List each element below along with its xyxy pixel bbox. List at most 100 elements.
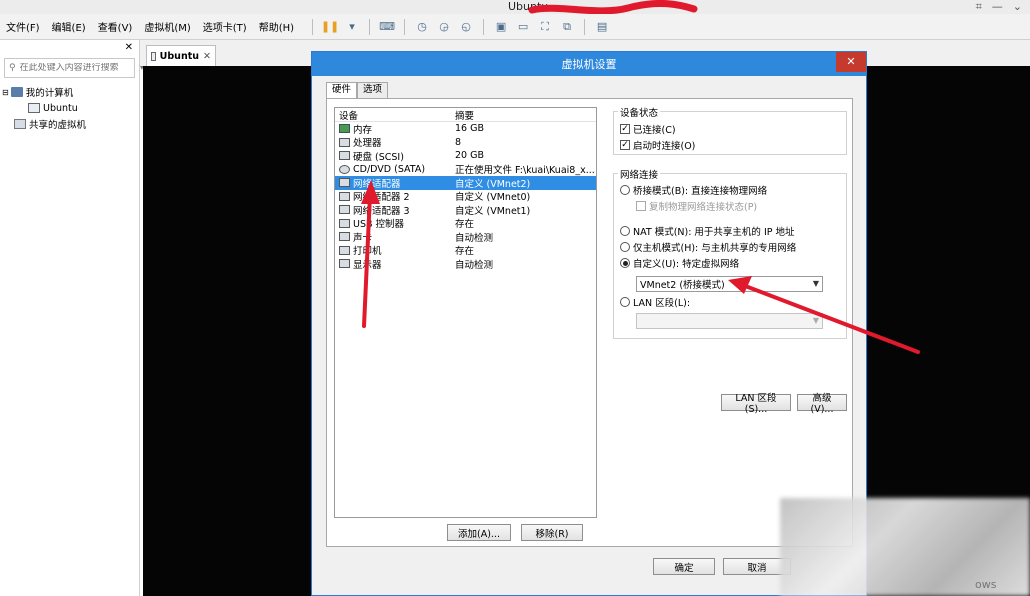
- processor-icon: [339, 137, 350, 147]
- tab-ubuntu[interactable]: Ubuntu ✕: [146, 45, 216, 66]
- collapse-icon[interactable]: ⊟: [2, 88, 9, 97]
- vm-icon: [28, 103, 40, 113]
- custom-radio[interactable]: 自定义(U): 特定虚拟网络: [620, 255, 739, 271]
- device-list[interactable]: 设备 摘要 内存 16 GB 处理器 8 硬盘 (SCSI) 20 GB CD/…: [334, 107, 597, 518]
- tree-item-ubuntu[interactable]: Ubuntu: [0, 100, 139, 116]
- sound-card-icon: [339, 232, 350, 242]
- library-search[interactable]: ⚲ ▾: [4, 58, 144, 78]
- toolbar: ❚❚ ▾ ⌨ ◷ ◶ ◵ ▣ ▭ ⛶ ⧉ ▤: [308, 18, 611, 35]
- advanced-button[interactable]: 高级(V)...: [797, 393, 847, 415]
- close-icon[interactable]: ✕: [203, 51, 211, 62]
- library-tree: ⊟ 我的计算机 Ubuntu 共享的虚拟机: [0, 84, 139, 132]
- display-icon: [339, 259, 350, 269]
- revert-snapshot-icon[interactable]: ◶: [435, 19, 453, 35]
- radio-unselected-icon: [620, 185, 630, 195]
- close-icon[interactable]: ✕: [125, 42, 133, 56]
- usb-icon: [339, 218, 350, 228]
- fullscreen-icon[interactable]: ⛶: [536, 19, 554, 35]
- thumbnail-view-icon[interactable]: ▭: [514, 19, 532, 35]
- dialog-title: 虚拟机设置: [561, 58, 617, 71]
- column-device[interactable]: 设备: [339, 108, 455, 122]
- window-controls: ⌗ — ⌄: [976, 0, 1022, 14]
- unity-icon[interactable]: ⧉: [558, 19, 576, 35]
- remove-device-button[interactable]: 移除(R): [521, 524, 583, 541]
- replicate-physical-state-checkbox[interactable]: 复制物理网络连接状态(P): [636, 198, 757, 214]
- add-device-button[interactable]: 添加(A)...: [447, 524, 511, 541]
- device-row-processor[interactable]: 处理器 8: [335, 136, 596, 149]
- dialog-title-bar: 虚拟机设置 ✕: [312, 52, 866, 76]
- tile-icon[interactable]: ⌗: [976, 0, 982, 14]
- device-row-network-adapter[interactable]: 网络适配器 自定义 (VMnet2): [335, 176, 596, 190]
- device-row-usb-controller[interactable]: USB 控制器 存在: [335, 217, 596, 230]
- console-view-icon[interactable]: ▤: [593, 19, 611, 35]
- lan-segments-button[interactable]: LAN 区段(S)...: [721, 393, 791, 415]
- radio-unselected-icon: [620, 226, 630, 236]
- chevron-down-icon: ▼: [812, 279, 819, 288]
- menu-help[interactable]: 帮助(H): [253, 19, 300, 34]
- device-status-group: 设备状态 ✓ 已连接(C) ✓ 启动时连接(O): [613, 105, 847, 155]
- close-icon[interactable]: ✕: [836, 52, 866, 72]
- tab-options[interactable]: 选项: [357, 82, 389, 98]
- pause-icon[interactable]: ❚❚: [321, 19, 339, 35]
- connect-at-power-on-checkbox[interactable]: ✓ 启动时连接(O): [620, 137, 695, 153]
- radio-unselected-icon: [620, 242, 630, 252]
- device-row-memory[interactable]: 内存 16 GB: [335, 122, 596, 136]
- menu-edit[interactable]: 编辑(E): [46, 19, 92, 34]
- device-row-printer[interactable]: 打印机 存在: [335, 244, 596, 257]
- memory-icon: [339, 124, 350, 134]
- device-row-cd-dvd[interactable]: CD/DVD (SATA) 正在使用文件 F:\kuai\Kuai8_x...: [335, 163, 596, 176]
- chevron-down-icon[interactable]: ⌄: [1013, 0, 1022, 14]
- device-row-display[interactable]: 显示器 自动检测: [335, 257, 596, 271]
- app-title-bar: Ubuntu ⌗ — ⌄: [0, 0, 1030, 14]
- network-adapter-icon: [339, 178, 350, 188]
- lan-segment-select[interactable]: ▼: [636, 313, 823, 329]
- tab-hardware[interactable]: 硬件: [326, 82, 358, 99]
- snapshot-icon[interactable]: ◷: [413, 19, 431, 35]
- search-input[interactable]: [19, 63, 140, 73]
- dropdown-icon[interactable]: ▾: [343, 19, 361, 35]
- network-connection-legend: 网络连接: [618, 167, 661, 181]
- menu-bar: 文件(F) 编辑(E) 查看(V) 虚拟机(M) 选项卡(T) 帮助(H) ❚❚…: [0, 14, 1030, 40]
- network-adapter-icon: [339, 191, 350, 201]
- network-adapter-icon: [339, 205, 350, 215]
- column-summary[interactable]: 摘要: [455, 108, 474, 122]
- menu-vm[interactable]: 虚拟机(M): [138, 19, 196, 34]
- minimize-icon[interactable]: —: [992, 0, 1003, 14]
- custom-network-select[interactable]: VMnet2 (桥接模式) ▼: [636, 276, 823, 292]
- menu-file[interactable]: 文件(F): [0, 19, 46, 34]
- cd-icon: [339, 164, 350, 174]
- radio-selected-icon: [620, 258, 630, 268]
- device-list-header: 设备 摘要: [335, 108, 596, 122]
- device-row-network-adapter-2[interactable]: 网络适配器 2 自定义 (VMnet0): [335, 190, 596, 203]
- menu-tabs[interactable]: 选项卡(T): [197, 19, 253, 34]
- device-list-buttons: 添加(A)... 移除(R): [447, 524, 583, 541]
- bridged-radio[interactable]: 桥接模式(B): 直接连接物理网络: [620, 182, 767, 198]
- snapshot-manager-icon[interactable]: ◵: [457, 19, 475, 35]
- menu-view[interactable]: 查看(V): [92, 19, 139, 34]
- tree-item-my-computer[interactable]: ⊟ 我的计算机: [0, 84, 139, 100]
- library-view-icon[interactable]: ▣: [492, 19, 510, 35]
- watermark-text: ows: [975, 578, 997, 591]
- dialog-tabs: 硬件 选项: [326, 82, 389, 99]
- host-only-radio[interactable]: 仅主机模式(H): 与主机共享的专用网络: [620, 239, 796, 255]
- ok-button[interactable]: 确定: [653, 558, 715, 575]
- connected-checkbox[interactable]: ✓ 已连接(C): [620, 121, 676, 137]
- device-row-hard-disk[interactable]: 硬盘 (SCSI) 20 GB: [335, 149, 596, 163]
- tree-item-shared-vms[interactable]: 共享的虚拟机: [0, 116, 139, 132]
- device-row-network-adapter-3[interactable]: 网络适配器 3 自定义 (VMnet1): [335, 203, 596, 217]
- library-panel: ✕ ⚲ ▾ ⊟ 我的计算机 Ubuntu 共享的虚拟机: [0, 40, 144, 596]
- chevron-down-icon: ▼: [812, 316, 819, 325]
- shared-vm-icon: [14, 119, 26, 129]
- network-connection-group: 网络连接 桥接模式(B): 直接连接物理网络 复制物理网络连接状态(P) NAT…: [613, 167, 847, 339]
- device-status-legend: 设备状态: [618, 105, 661, 119]
- lan-segment-radio[interactable]: LAN 区段(L):: [620, 294, 690, 310]
- vm-icon: [151, 51, 156, 61]
- device-row-sound-card[interactable]: 声卡 自动检测: [335, 230, 596, 244]
- hardware-panel: 设备 摘要 内存 16 GB 处理器 8 硬盘 (SCSI) 20 GB CD/…: [326, 98, 853, 547]
- library-header: ✕: [0, 40, 139, 56]
- search-icon: ⚲: [9, 63, 16, 73]
- send-keys-icon[interactable]: ⌨: [378, 19, 396, 35]
- nat-radio[interactable]: NAT 模式(N): 用于共享主机的 IP 地址: [620, 223, 795, 239]
- printer-icon: [339, 245, 350, 255]
- hard-disk-icon: [339, 151, 350, 161]
